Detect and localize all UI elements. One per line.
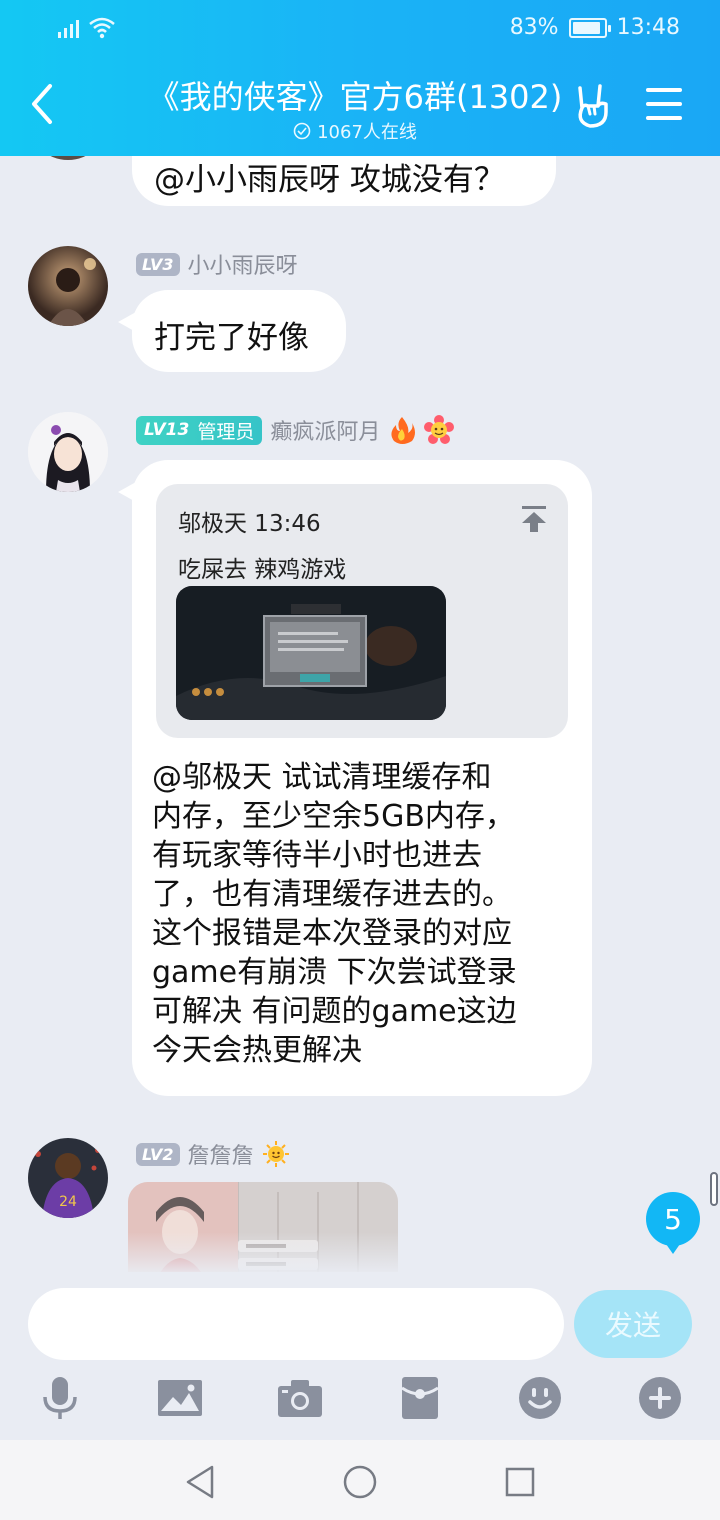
role-label: 管理员 <box>197 420 255 443</box>
sender-name[interactable]: 小小雨辰呀 <box>188 248 298 280</box>
send-button[interactable]: 发送 <box>574 1290 692 1358</box>
svg-text:24: 24 <box>59 1194 77 1210</box>
flower-emoji-icon <box>424 415 455 444</box>
mic-icon[interactable] <box>36 1374 84 1422</box>
quote-author-time: 邬极天 13:46 <box>178 511 321 537</box>
admin-badge: LV13 管理员 <box>136 415 263 445</box>
message-bubble[interactable]: 邬极天 13:46 吃屎去 辣鸡游戏 @邬极天 试试清理缓存和 内存，至少空余5… <box>118 460 592 1096</box>
quoted-message[interactable]: 邬极天 13:46 吃屎去 辣鸡游戏 <box>156 484 568 738</box>
level-badge: LV3 <box>136 252 180 276</box>
level-badge: LV2 <box>136 1142 180 1166</box>
nav-back-icon[interactable] <box>180 1462 220 1502</box>
avatar[interactable] <box>28 156 108 160</box>
battery-icon <box>568 17 611 38</box>
signal-icon <box>58 20 79 38</box>
jump-to-top-icon[interactable] <box>520 504 548 534</box>
redpacket-icon[interactable] <box>396 1374 444 1422</box>
plus-icon[interactable] <box>636 1374 684 1422</box>
avatar[interactable]: 24 <box>28 1138 108 1218</box>
message-bubble[interactable]: 打完了好像 <box>118 290 346 372</box>
sender-meta: LV2 詹詹詹 <box>136 1138 290 1170</box>
sender-name[interactable]: 詹詹詹 <box>188 1138 254 1170</box>
online-label: 1067人在线 <box>317 122 417 143</box>
check-circle-icon <box>293 122 311 140</box>
chat-header: 83% 13:48 《我的侠客》官方6群(1302) 1067人在线 <box>0 0 720 156</box>
message-text: @小小雨辰呀 攻城没有？ <box>154 162 505 198</box>
input-bar: 发送 <box>0 1272 720 1440</box>
chat-fade <box>0 1232 720 1272</box>
sender-name[interactable]: 癫疯派阿月 <box>270 414 380 446</box>
message-bubble[interactable]: @小小雨辰呀 攻城没有？ <box>132 156 556 206</box>
quoted-screenshot-image[interactable] <box>176 586 446 720</box>
wifi-icon <box>89 17 115 39</box>
message-text: @邬极天 试试清理缓存和 内存，至少空余5GB内存， 有玩家等待半小时也进去 了… <box>152 760 517 1068</box>
avatar[interactable] <box>28 246 108 326</box>
chat-area[interactable]: @小小雨辰呀 攻城没有？ LV3 小小雨辰呀 打完了好像 LV13 管理员 癫疯… <box>0 156 720 1272</box>
message-input[interactable] <box>28 1288 564 1360</box>
sender-meta: LV13 管理员 癫疯派阿月 <box>136 414 455 446</box>
online-count: 1067人在线 <box>110 118 600 144</box>
scrollbar-thumb[interactable] <box>710 1172 718 1206</box>
message-text: 打完了好像 <box>154 320 309 356</box>
back-arrow-icon[interactable] <box>24 82 60 126</box>
nav-home-icon[interactable] <box>340 1462 380 1502</box>
sender-meta: LV3 小小雨辰呀 <box>136 248 298 280</box>
status-bar: 83% 13:48 <box>0 0 720 56</box>
image-icon[interactable] <box>156 1374 204 1422</box>
fire-icon <box>391 417 416 444</box>
level-badge: LV13 <box>144 420 190 440</box>
emoji-icon[interactable] <box>516 1374 564 1422</box>
quote-text: 吃屎去 辣鸡游戏 <box>178 557 347 583</box>
clock: 13:48 <box>616 15 680 40</box>
system-nav-bar <box>0 1440 720 1520</box>
unread-count-badge[interactable]: 5 <box>646 1192 700 1254</box>
menu-icon[interactable] <box>646 88 682 120</box>
sun-emoji-icon <box>262 1141 289 1167</box>
avatar[interactable] <box>28 412 108 492</box>
camera-icon[interactable] <box>276 1374 324 1422</box>
rock-hand-icon[interactable] <box>570 82 614 130</box>
group-title[interactable]: 《我的侠客》官方6群(1302) <box>110 72 600 118</box>
nav-recents-icon[interactable] <box>500 1462 540 1502</box>
battery-percent: 83% <box>509 15 559 40</box>
